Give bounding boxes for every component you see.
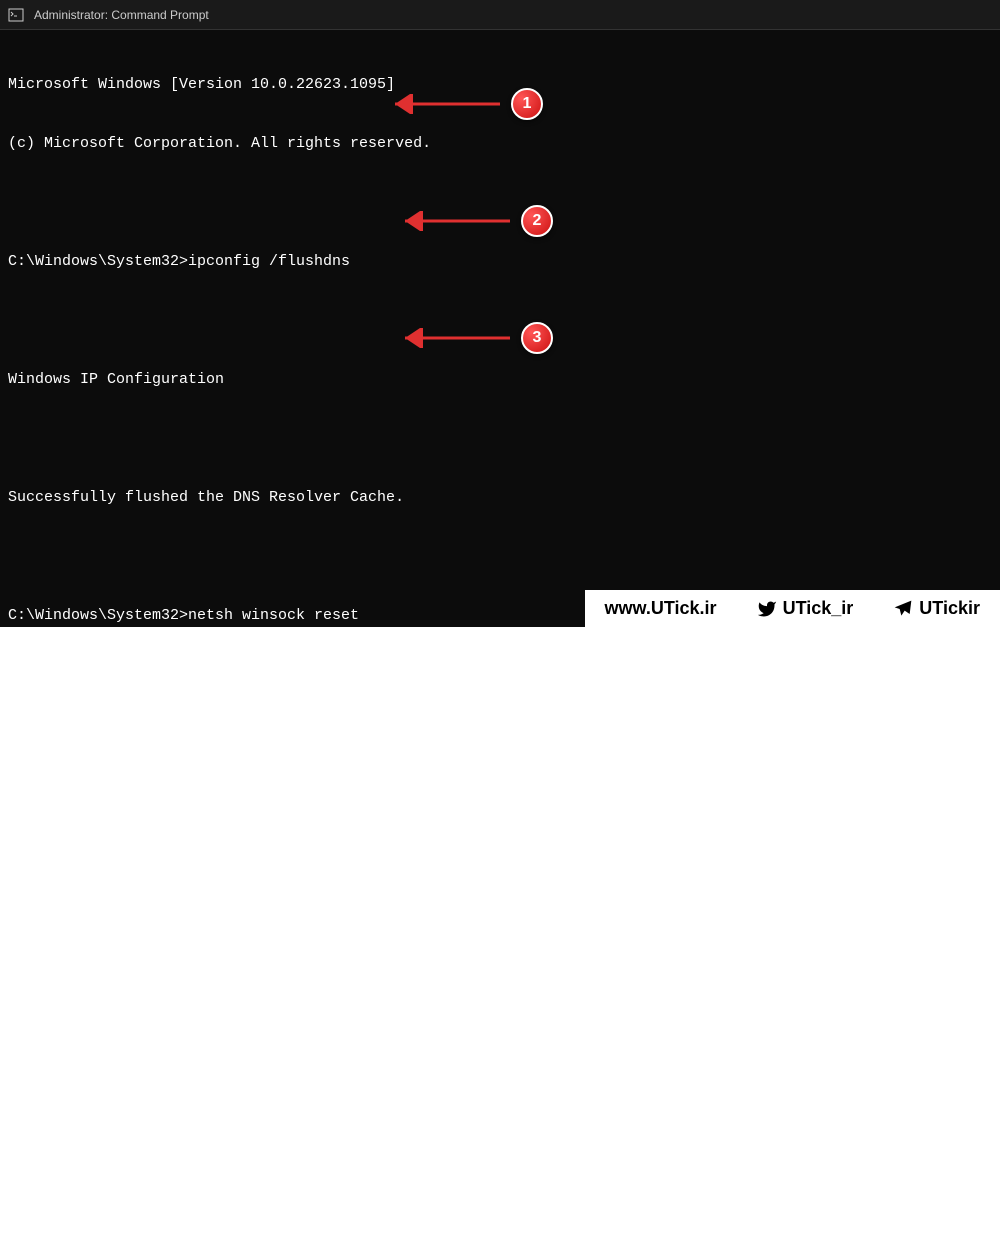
telegram-icon: [893, 599, 913, 619]
cmd-icon: [8, 7, 24, 23]
watermark-bar: www.UTick.ir UTick_ir UTickir: [585, 590, 1000, 627]
terminal-line: You must restart the computer in order t…: [8, 783, 992, 803]
terminal-line: Microsoft Windows [Version 10.0.22623.10…: [8, 75, 992, 95]
terminal-line: [8, 842, 992, 862]
terminal-line: Successfully flushed the DNS Resolver Ca…: [8, 488, 992, 508]
terminal-line: [8, 193, 992, 213]
terminal-line: Windows IP Configuration: [8, 370, 992, 390]
terminal-line: [8, 311, 992, 331]
terminal-line: [8, 665, 992, 685]
terminal-output[interactable]: Microsoft Windows [Version 10.0.22623.10…: [0, 30, 1000, 1254]
terminal-line: (c) Microsoft Corporation. All rights re…: [8, 134, 992, 154]
watermark-website: www.UTick.ir: [605, 598, 717, 619]
terminal-line: Resetting Echo Sequence Request, OK!: [8, 1196, 992, 1216]
terminal-line: Sucessfully reset the Winsock Catalog.: [8, 724, 992, 744]
terminal-line: C:\Windows\System32>netsh int ip reset: [8, 960, 992, 980]
terminal-line: Resetting Compartment Forwarding, OK!: [8, 1019, 992, 1039]
terminal-line: [8, 547, 992, 567]
telegram-handle: UTickir: [919, 598, 980, 619]
website-url: www.UTick.ir: [605, 598, 717, 619]
terminal-line: C:\Windows\System32>ipconfig /flushdns: [8, 252, 992, 272]
window-title: Administrator: Command Prompt: [34, 8, 209, 22]
terminal-line: [8, 429, 992, 449]
watermark-telegram: UTickir: [893, 598, 980, 619]
terminal-line: [8, 901, 992, 921]
terminal-line: Resetting Compartment, OK!: [8, 1078, 992, 1098]
titlebar: Administrator: Command Prompt: [0, 0, 1000, 30]
watermark-twitter: UTick_ir: [757, 598, 854, 619]
command-prompt-window: Administrator: Command Prompt Microsoft …: [0, 0, 1000, 627]
twitter-handle: UTick_ir: [783, 598, 854, 619]
twitter-icon: [757, 599, 777, 619]
terminal-line: Resetting Control Protocol, OK!: [8, 1137, 992, 1157]
